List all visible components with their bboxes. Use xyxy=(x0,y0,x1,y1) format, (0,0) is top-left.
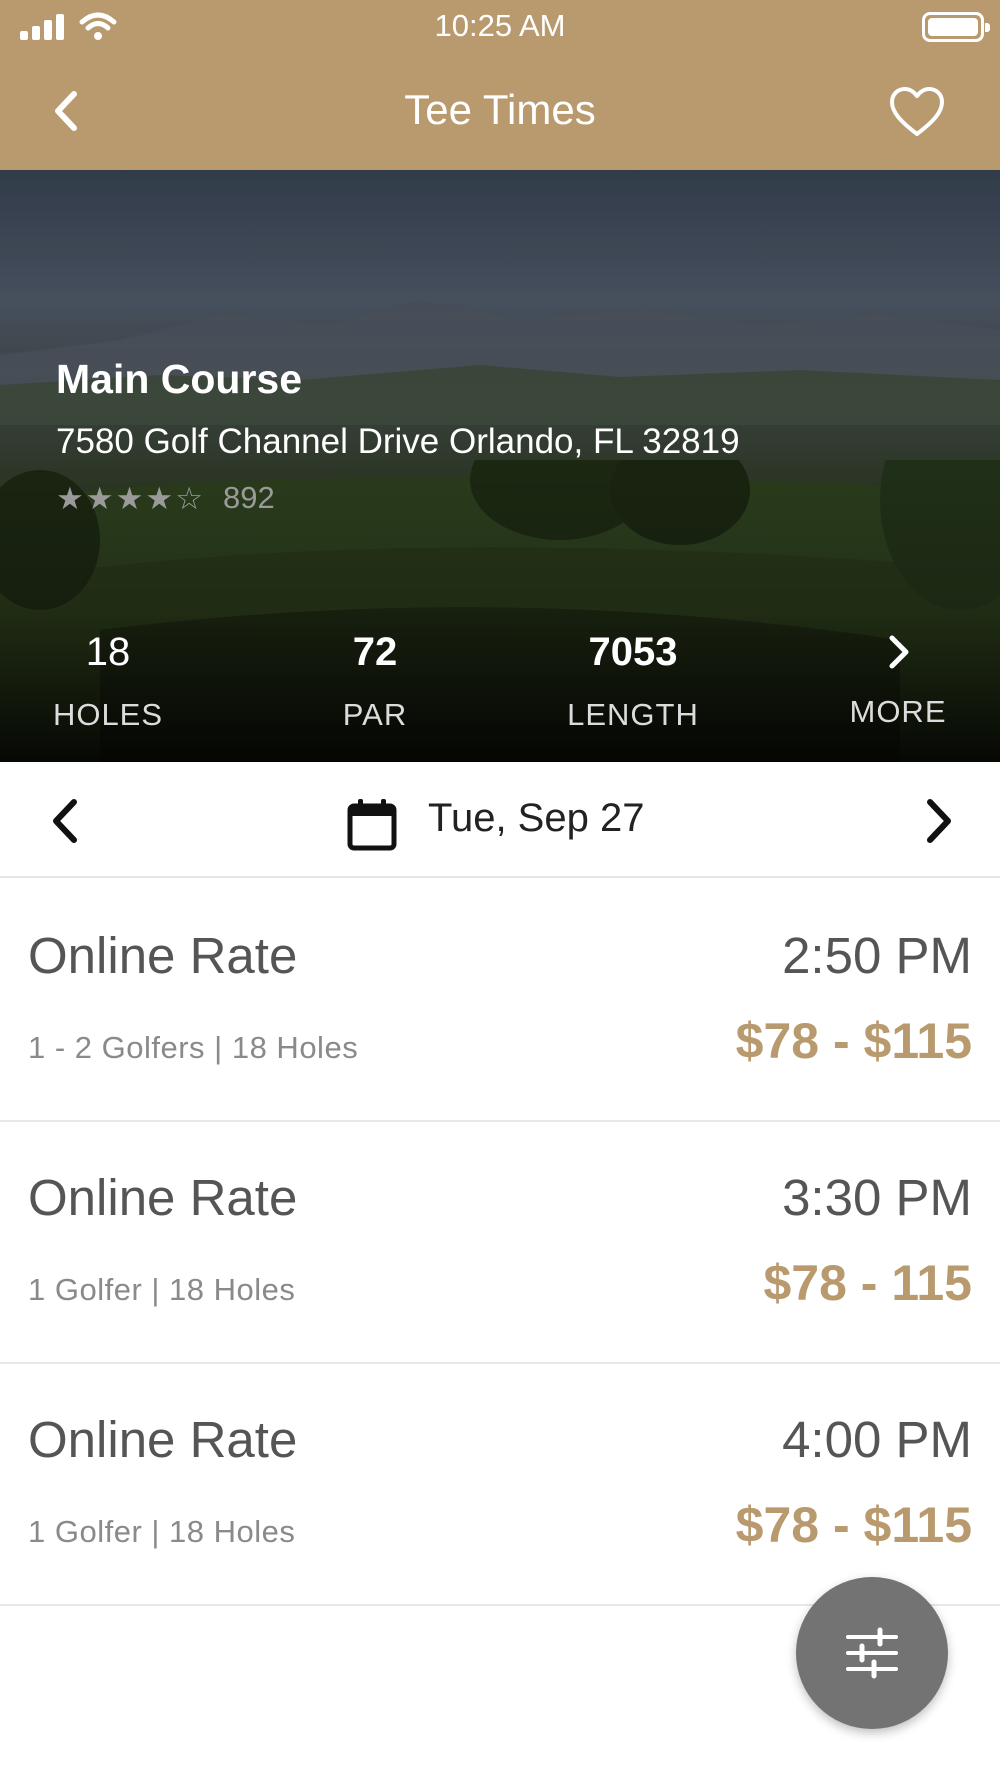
navigation-bar: Tee Times xyxy=(0,56,1000,170)
course-name: Main Course xyxy=(56,356,303,402)
battery-icon xyxy=(922,12,990,42)
star-empty-icon: ☆ xyxy=(175,480,203,516)
rate-name: Online Rate xyxy=(28,1411,298,1468)
filter-sliders-icon xyxy=(846,1627,898,1679)
tee-time: 2:50 PM xyxy=(782,927,972,984)
star-filled-icon: ★ xyxy=(56,480,84,516)
rate-name: Online Rate xyxy=(28,1169,298,1226)
tee-time-row[interactable]: Online Rate 2:50 PM 1 - 2 Golfers | 18 H… xyxy=(0,880,1000,1122)
status-bar: 10:25 AM xyxy=(0,0,1000,56)
date-selector: Tue, Sep 27 xyxy=(0,764,1000,878)
rate-price: $78 - 115 xyxy=(763,1255,972,1311)
rate-details: 1 Golfer | 18 Holes xyxy=(28,1272,296,1307)
course-hero: Main Course 7580 Golf Channel Drive Orla… xyxy=(0,170,1000,762)
filter-button[interactable] xyxy=(796,1577,948,1729)
star-filled-icon: ★ xyxy=(145,480,174,516)
chevron-left-icon[interactable] xyxy=(44,796,90,846)
selected-date[interactable]: Tue, Sep 27 xyxy=(428,796,644,841)
course-rating: ★ ★ ★ ★ ☆ 892 xyxy=(56,480,275,516)
stat-par: 72 PAR xyxy=(275,630,475,733)
rate-name: Online Rate xyxy=(28,927,298,984)
stat-length: 7053 LENGTH xyxy=(533,630,733,733)
tee-time-row[interactable]: Online Rate 4:00 PM 1 Golfer | 18 Holes … xyxy=(0,1364,1000,1606)
stat-holes-label: HOLES xyxy=(52,697,164,732)
rate-details: 1 Golfer | 18 Holes xyxy=(28,1514,296,1549)
stat-holes-value: 18 xyxy=(85,630,131,674)
calendar-icon[interactable] xyxy=(344,796,400,852)
chevron-right-icon xyxy=(889,635,909,669)
stat-par-value: 72 xyxy=(352,630,398,674)
rate-price: $78 - $115 xyxy=(735,1013,972,1069)
review-count: 892 xyxy=(222,480,275,515)
more-button[interactable]: MORE xyxy=(798,630,998,730)
rate-details: 1 - 2 Golfers | 18 Holes xyxy=(28,1030,359,1065)
stat-par-label: PAR xyxy=(342,697,408,732)
stat-length-label: LENGTH xyxy=(567,697,699,732)
heart-icon[interactable] xyxy=(888,84,946,142)
stat-holes: 18 HOLES xyxy=(8,630,208,733)
tee-time-row[interactable]: Online Rate 3:30 PM 1 Golfer | 18 Holes … xyxy=(0,1122,1000,1364)
course-address: 7580 Golf Channel Drive Orlando, FL 3281… xyxy=(56,422,740,461)
rate-price: $78 - $115 xyxy=(735,1497,972,1553)
stat-length-value: 7053 xyxy=(588,630,678,674)
tee-time: 4:00 PM xyxy=(782,1411,972,1468)
tee-time: 3:30 PM xyxy=(782,1169,972,1226)
chevron-right-icon[interactable] xyxy=(914,796,960,846)
star-filled-icon: ★ xyxy=(85,480,114,516)
stat-more-label: MORE xyxy=(849,694,947,729)
page-title: Tee Times xyxy=(404,86,596,133)
star-filled-icon: ★ xyxy=(115,480,144,516)
status-time: 10:25 AM xyxy=(434,8,566,43)
